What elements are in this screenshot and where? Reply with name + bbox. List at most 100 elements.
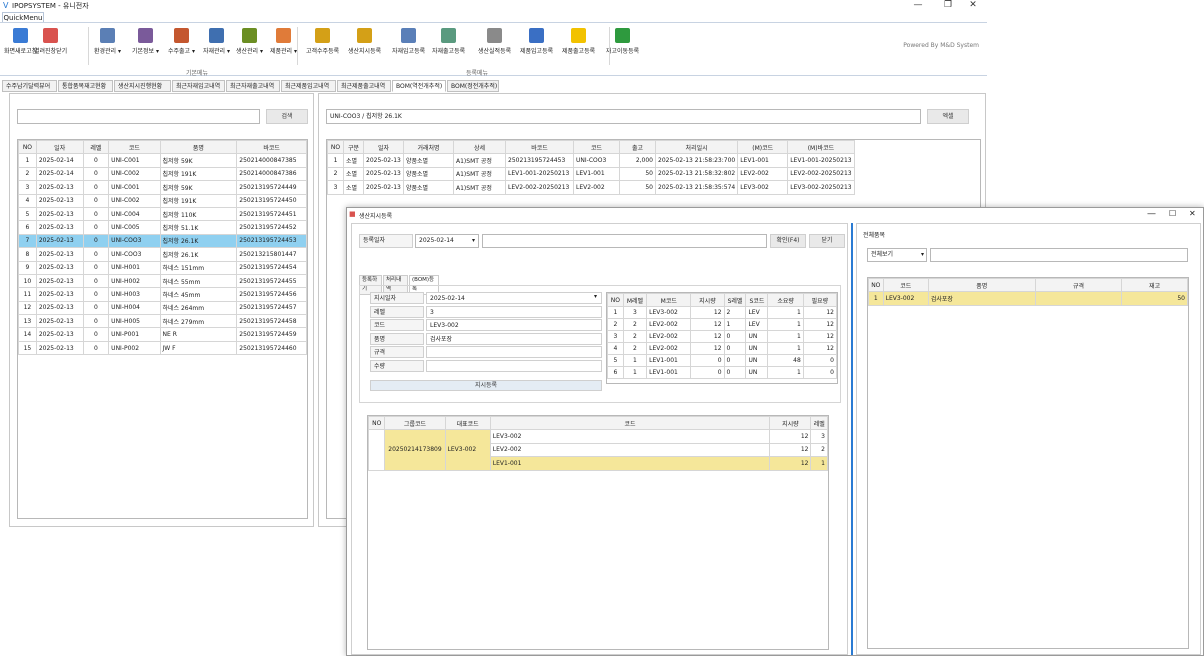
- dialog-minimize-button[interactable]: —: [1147, 209, 1156, 219]
- table-row[interactable]: 1 LEV3-002 검사포장 50: [868, 291, 1188, 306]
- ribbon-button-9[interactable]: 생산지시등록: [348, 28, 381, 55]
- ribbon-button-5[interactable]: 자재관리 ▾: [203, 28, 230, 55]
- chevron-down-icon[interactable]: ▾: [594, 293, 597, 300]
- table-row[interactable]: 3 2025-02-13 0 UNI-C001 칩저항 59K 2502131957244…: [18, 180, 307, 195]
- form-field[interactable]: 3: [426, 305, 602, 318]
- tab-1[interactable]: 통합품목재고현황: [58, 80, 113, 92]
- column-header[interactable]: 거래처명: [403, 140, 454, 155]
- column-header[interactable]: 일자: [35, 140, 84, 155]
- column-header[interactable]: S레벨: [723, 293, 747, 308]
- column-header[interactable]: NO: [868, 278, 884, 293]
- chevron-down-icon[interactable]: ▾: [921, 251, 924, 258]
- column-header[interactable]: 소요량: [767, 293, 804, 308]
- tab-8[interactable]: BOM(정전개추적): [447, 80, 499, 92]
- table-row[interactable]: 5 1 LEV1-001 0 0 UN 48 0: [607, 354, 837, 368]
- table-row[interactable]: 1 3 LEV3-002 12 2 LEV 1 12: [607, 306, 837, 320]
- column-header[interactable]: 출고: [619, 140, 656, 155]
- tab-6[interactable]: 최근제품출고내역: [337, 80, 391, 92]
- search-button[interactable]: 검색: [266, 109, 308, 124]
- column-header[interactable]: 그룹코드: [384, 416, 446, 431]
- column-header[interactable]: 재고: [1121, 278, 1188, 293]
- column-header[interactable]: (M)바코드: [787, 140, 855, 155]
- table-row[interactable]: 2 2025-02-14 0 UNI-C002 칩저항 191K 250214000847…: [18, 166, 307, 182]
- form-field[interactable]: LEV3-002: [426, 319, 602, 331]
- column-header[interactable]: 필요량: [802, 293, 837, 308]
- column-header[interactable]: 레벨: [810, 416, 828, 431]
- ribbon-button-4[interactable]: 수주출고 ▾: [168, 28, 195, 55]
- dialog-close-button[interactable]: ✕: [1189, 209, 1196, 218]
- column-header[interactable]: 바코드: [236, 140, 307, 155]
- ribbon-button-7[interactable]: 제품관리 ▾: [270, 28, 297, 55]
- close-button[interactable]: ✕: [965, 0, 981, 10]
- restore-button[interactable]: ❐: [940, 0, 956, 10]
- ribbon-button-2[interactable]: 환경관리 ▾: [94, 28, 121, 55]
- table-row[interactable]: 2 2 LEV2-002 12 1 LEV 1 12: [607, 318, 837, 332]
- ribbon-button-0[interactable]: 화면새로고침: [4, 28, 37, 55]
- table-row[interactable]: 10 2025-02-13 0 UNI-H002 하네스 55mm 25021319572…: [18, 273, 307, 289]
- table-row[interactable]: 6 2025-02-13 0 UNI-C005 칩저항 51.1K 25021319572…: [18, 220, 307, 235]
- splitter[interactable]: [851, 223, 853, 655]
- column-header[interactable]: 처리일시: [654, 140, 739, 155]
- column-header[interactable]: M코드: [646, 293, 692, 308]
- form-field[interactable]: [426, 359, 602, 372]
- ribbon-button-15[interactable]: 재고이동등록: [606, 28, 639, 55]
- ribbon-button-6[interactable]: 생산관리 ▾: [236, 28, 263, 55]
- table-row[interactable]: 4 2 LEV2-002 12 0 UN 1 12: [607, 342, 837, 356]
- form-field[interactable]: 검사포장: [426, 332, 602, 345]
- table-row[interactable]: 7 2025-02-13 0 UNI-COO3 칩저항 26.1K 25021319572…: [18, 233, 307, 249]
- table-row[interactable]: 12 2025-02-13 0 UNI-H004 하네스 264mm 2502131957…: [18, 300, 307, 316]
- column-header[interactable]: 대표코드: [444, 416, 491, 431]
- column-header[interactable]: 구분: [343, 140, 364, 155]
- memo-input[interactable]: [482, 234, 767, 248]
- ribbon-button-14[interactable]: 제품출고등록: [562, 28, 595, 55]
- ribbon-button-11[interactable]: 자재출고등록: [432, 28, 465, 55]
- table-row[interactable]: 14 2025-02-13 0 UNI-P001 NE R 250213195724459: [18, 327, 307, 342]
- reg-date-picker[interactable]: 2025-02-14: [415, 234, 479, 248]
- all-items-search[interactable]: [930, 248, 1188, 262]
- column-header[interactable]: 레벨: [82, 140, 110, 155]
- tab-5[interactable]: 최근제품입고내역: [281, 80, 336, 92]
- order-register-button[interactable]: 지시등록: [370, 380, 602, 391]
- column-header[interactable]: NO: [327, 140, 344, 155]
- table-row[interactable]: 3 소멸 2025-02-13 양품소멸 A1)SMT 공정 LEV2-002-20250…: [327, 180, 855, 195]
- column-header[interactable]: 코드: [882, 278, 929, 293]
- excel-button[interactable]: 엑셀: [927, 109, 969, 124]
- column-header[interactable]: 상세: [453, 140, 506, 155]
- table-row[interactable]: 8 2025-02-13 0 UNI-COO3 칩저항 26.1K 25021321580…: [18, 247, 307, 262]
- table-row[interactable]: 20250214173809 LEV3-002 LEV3-002 12 3: [368, 429, 828, 471]
- column-header[interactable]: S코드: [745, 293, 769, 308]
- column-header[interactable]: 지시량: [769, 416, 812, 431]
- table-row[interactable]: 15 2025-02-13 0 UNI-P002 JW F 250213195724460: [18, 340, 307, 356]
- ribbon-button-8[interactable]: 고객수주등록: [306, 28, 339, 55]
- form-field[interactable]: [426, 346, 602, 358]
- tab-3[interactable]: 최근자재입고내역: [172, 80, 225, 92]
- table-row[interactable]: 11 2025-02-13 0 UNI-H003 하네스 45mm 25021319572…: [18, 287, 307, 302]
- minimize-button[interactable]: —: [910, 0, 926, 10]
- tab-0[interactable]: 수주납기달력뷰어: [2, 80, 57, 92]
- tab-4[interactable]: 최근자재출고내역: [226, 80, 280, 92]
- ribbon-button-3[interactable]: 기본정보 ▾: [132, 28, 159, 55]
- table-row[interactable]: 13 2025-02-13 0 UNI-H005 하네스 279mm 2502131957…: [18, 314, 307, 329]
- table-row[interactable]: 6 1 LEV1-001 0 0 UN 1 0: [607, 366, 837, 380]
- confirm-button[interactable]: 확인(F4): [770, 234, 806, 248]
- table-row[interactable]: 2 소멸 2025-02-13 양품소멸 A1)SMT 공정 LEV1-001-20250…: [327, 166, 855, 182]
- chevron-down-icon[interactable]: ▾: [472, 237, 475, 244]
- column-header[interactable]: 코드: [573, 140, 620, 155]
- column-header[interactable]: 코드: [489, 416, 771, 431]
- ribbon-button-12[interactable]: 생산실적등록: [478, 28, 511, 55]
- column-header[interactable]: 지시량: [690, 293, 725, 308]
- column-header[interactable]: 품명: [927, 278, 1036, 293]
- table-row[interactable]: 5 2025-02-13 0 UNI-C004 칩저항 110K 250213195724…: [18, 206, 307, 222]
- column-header[interactable]: NO: [18, 140, 37, 155]
- ribbon-button-1[interactable]: 열려진창닫기: [34, 28, 67, 55]
- table-row[interactable]: 1 소멸 2025-02-13 양품소멸 A1)SMT 공정 25021319572445…: [327, 153, 855, 168]
- filter-select[interactable]: 전체보기: [867, 248, 927, 262]
- dialog-close-btn[interactable]: 닫기: [809, 234, 845, 248]
- column-header[interactable]: 규격: [1034, 278, 1123, 293]
- search-input[interactable]: [17, 109, 260, 124]
- dialog-maximize-button[interactable]: ☐: [1169, 209, 1176, 218]
- column-header[interactable]: NO: [368, 416, 386, 431]
- ribbon-button-10[interactable]: 자재입고등록: [392, 28, 425, 55]
- column-header[interactable]: 일자: [363, 140, 404, 155]
- column-header[interactable]: NO: [607, 293, 624, 308]
